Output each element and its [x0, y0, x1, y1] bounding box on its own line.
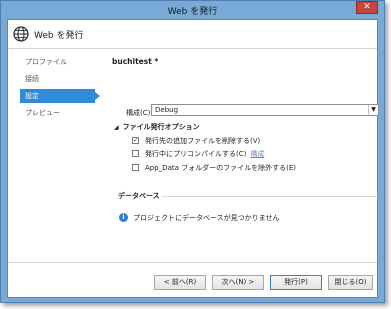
- globe-icon: [13, 26, 29, 42]
- configure-link[interactable]: 構成: [250, 150, 264, 158]
- window-title: Web を発行: [167, 7, 218, 17]
- sidebar-item-profile[interactable]: プロファイル: [20, 55, 95, 69]
- sidebar-item-preview[interactable]: プレビュー: [20, 106, 95, 120]
- sidebar: プロファイル 接続 設定 プレビュー: [8, 49, 100, 263]
- checkbox-unchecked[interactable]: [132, 150, 139, 157]
- dialog-header: Web を発行: [8, 20, 377, 49]
- previous-button[interactable]: < 前へ(R): [154, 275, 206, 290]
- database-section-header: データベース: [118, 191, 378, 201]
- publish-web-dialog: Web を発行 ✕ Web を発行 プロファイル 接続 設定 プレビュー buc…: [0, 0, 385, 303]
- page-title: Web を発行: [34, 31, 84, 41]
- next-button[interactable]: 次へ(N) >: [212, 275, 264, 290]
- profile-name: buchitest *: [112, 57, 159, 66]
- checkbox-label: 発行先の追加ファイルを削除する(V): [145, 137, 261, 145]
- checkbox-label: 発行中にプリコンパイルする(C): [145, 150, 247, 158]
- configuration-label: 構成(C):: [126, 109, 153, 117]
- title-bar[interactable]: Web を発行 ✕: [1, 1, 384, 19]
- file-options-title: ファイル発行オプション: [122, 123, 200, 131]
- divider: [162, 196, 378, 197]
- checkbox-unchecked[interactable]: [132, 164, 139, 171]
- checkbox-label: App_Data フォルダーのファイルを除外する(E): [145, 164, 296, 172]
- sidebar-item-settings[interactable]: 設定: [20, 89, 100, 103]
- close-window-button[interactable]: ✕: [356, 1, 378, 14]
- info-icon: i: [119, 213, 128, 222]
- dialog-client: Web を発行 プロファイル 接続 設定 プレビュー buchitest * 構…: [7, 19, 379, 298]
- close-button[interactable]: 閉じる(O): [328, 275, 373, 290]
- dialog-footer: < 前へ(R) 次へ(N) > 発行(P) 閉じる(O): [8, 262, 377, 297]
- database-message: プロジェクトにデータベースが見つかりません: [133, 214, 280, 222]
- collapse-triangle-icon[interactable]: ◢: [114, 124, 119, 131]
- configuration-value: Debug: [155, 106, 179, 114]
- configuration-select[interactable]: Debug ▼: [151, 104, 379, 116]
- database-title: データベース: [118, 192, 160, 200]
- settings-panel: buchitest * 構成(C): Debug ▼ ◢ ファイル発行オプション …: [106, 49, 379, 263]
- sidebar-item-connection[interactable]: 接続: [20, 72, 95, 86]
- publish-button[interactable]: 発行(P): [270, 275, 322, 290]
- checkbox-checked[interactable]: ✓: [132, 137, 139, 144]
- file-options-header[interactable]: ◢ ファイル発行オプション: [114, 122, 200, 132]
- chevron-down-icon[interactable]: ▼: [368, 105, 378, 115]
